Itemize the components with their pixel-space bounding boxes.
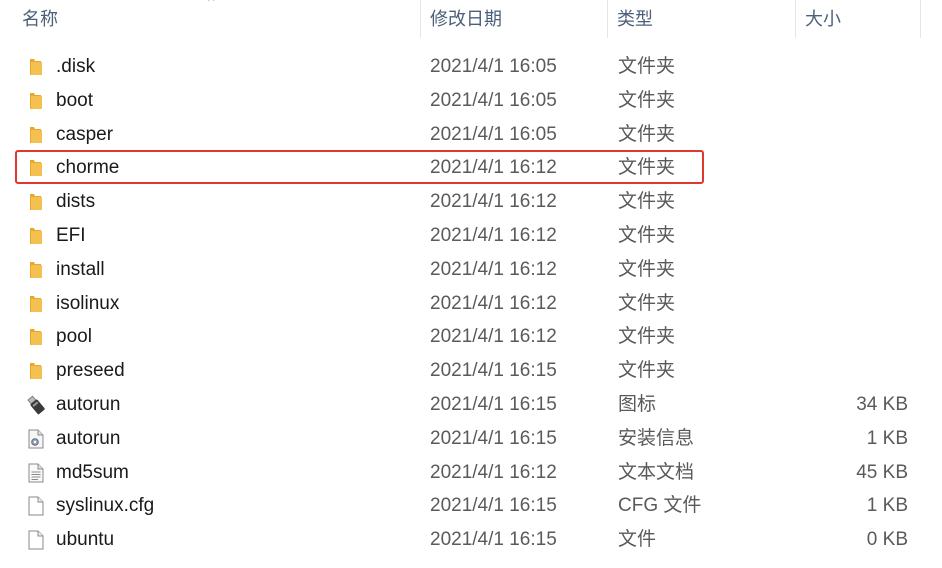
file-size: 34 KB [856, 394, 908, 415]
file-row[interactable]: .disk 2021/4/1 16:05 文件夹 [16, 50, 916, 84]
file-name: md5sum [56, 461, 129, 483]
file-row[interactable]: EFI 2021/4/1 16:12 文件夹 [16, 219, 916, 253]
file-type: 文件夹 [618, 326, 676, 348]
file-name: EFI [56, 225, 86, 246]
file-type: 文件夹 [618, 360, 676, 382]
file-row[interactable]: autorun 2021/4/1 16:15 图标 34 KB [16, 388, 916, 422]
column-header-type[interactable]: 类型 [617, 0, 653, 38]
file-modified: 2021/4/1 16:15 [430, 495, 557, 517]
file-row[interactable]: casper 2021/4/1 16:05 文件夹 [16, 118, 916, 152]
file-modified: 2021/4/1 16:15 [430, 360, 557, 382]
file-name: isolinux [56, 292, 120, 314]
file-icon [26, 496, 46, 516]
column-header-modified[interactable]: 修改日期 [430, 0, 502, 38]
file-modified: 2021/4/1 16:05 [430, 123, 557, 145]
folder-icon [26, 294, 46, 314]
column-header-name[interactable]: 名称 [22, 0, 58, 38]
file-modified: 2021/4/1 16:15 [430, 394, 557, 415]
file-modified: 2021/4/1 16:05 [430, 56, 557, 77]
file-name: preseed [56, 360, 125, 382]
file-modified: 2021/4/1 16:15 [430, 529, 557, 551]
highlight-box [15, 150, 704, 184]
file-row[interactable]: preseed 2021/4/1 16:15 文件夹 [16, 354, 916, 388]
file-modified: 2021/4/1 16:12 [430, 326, 557, 348]
file-type: 文件夹 [618, 89, 676, 111]
file-modified: 2021/4/1 16:05 [430, 89, 557, 111]
file-name: dists [56, 191, 96, 213]
folder-icon [26, 57, 46, 77]
file-name: syslinux.cfg [56, 495, 155, 517]
folder-icon [26, 327, 46, 347]
folder-icon [26, 226, 46, 246]
folder-icon [26, 260, 46, 280]
file-type: CFG 文件 [618, 495, 702, 517]
folder-icon [26, 125, 46, 145]
file-size: 1 KB [866, 495, 908, 517]
text-document-icon [26, 463, 46, 483]
file-type: 文件夹 [618, 292, 676, 314]
file-name: ubuntu [56, 529, 115, 551]
folder-icon [26, 361, 46, 381]
file-row[interactable]: md5sum 2021/4/1 16:12 文本文档 45 KB [16, 456, 916, 490]
file-modified: 2021/4/1 16:12 [430, 258, 557, 280]
file-row[interactable]: pool 2021/4/1 16:12 文件夹 [16, 320, 916, 354]
file-row[interactable]: autorun 2021/4/1 16:15 安装信息 1 KB [16, 422, 916, 456]
file-type: 安装信息 [618, 427, 695, 449]
file-type: 文件夹 [618, 258, 676, 280]
file-name: install [56, 258, 105, 280]
file-name: autorun [56, 394, 121, 415]
file-type: 文件夹 [618, 123, 676, 145]
file-type: 文本文档 [618, 461, 695, 483]
file-size: 45 KB [856, 461, 908, 483]
column-divider[interactable] [607, 0, 608, 38]
sort-ascending-icon: ^ [208, 0, 215, 8]
column-header-size[interactable]: 大小 [805, 0, 841, 38]
column-header-bar: 名称 ^ 修改日期 类型 大小 [0, 0, 942, 38]
file-type: 文件夹 [618, 56, 676, 77]
file-row[interactable]: syslinux.cfg 2021/4/1 16:15 CFG 文件 1 KB [16, 489, 916, 523]
file-type: 图标 [618, 394, 657, 415]
file-name: pool [56, 326, 92, 348]
file-type: 文件夹 [618, 225, 676, 246]
file-row[interactable]: isolinux 2021/4/1 16:12 文件夹 [16, 287, 916, 321]
folder-icon [26, 192, 46, 212]
column-divider[interactable] [420, 0, 421, 38]
file-name: boot [56, 89, 93, 111]
file-size: 0 KB [866, 529, 908, 551]
usb-drive-icon [26, 395, 46, 415]
file-name: casper [56, 123, 114, 145]
column-divider[interactable] [920, 0, 921, 38]
column-divider[interactable] [795, 0, 796, 38]
file-modified: 2021/4/1 16:12 [430, 461, 557, 483]
file-name: .disk [56, 56, 96, 77]
folder-icon [26, 91, 46, 111]
file-icon [26, 530, 46, 550]
file-modified: 2021/4/1 16:15 [430, 427, 557, 449]
file-row[interactable]: ubuntu 2021/4/1 16:15 文件 0 KB [16, 523, 916, 557]
file-modified: 2021/4/1 16:12 [430, 191, 557, 213]
file-row[interactable]: boot 2021/4/1 16:05 文件夹 [16, 84, 916, 118]
file-row[interactable]: install 2021/4/1 16:12 文件夹 [16, 253, 916, 287]
file-modified: 2021/4/1 16:12 [430, 225, 557, 246]
file-type: 文件夹 [618, 191, 676, 213]
setup-info-icon [26, 429, 46, 449]
file-size: 1 KB [866, 427, 908, 449]
file-name: autorun [56, 427, 121, 449]
file-modified: 2021/4/1 16:12 [430, 292, 557, 314]
file-type: 文件 [618, 529, 657, 551]
file-row[interactable]: dists 2021/4/1 16:12 文件夹 [16, 185, 916, 219]
